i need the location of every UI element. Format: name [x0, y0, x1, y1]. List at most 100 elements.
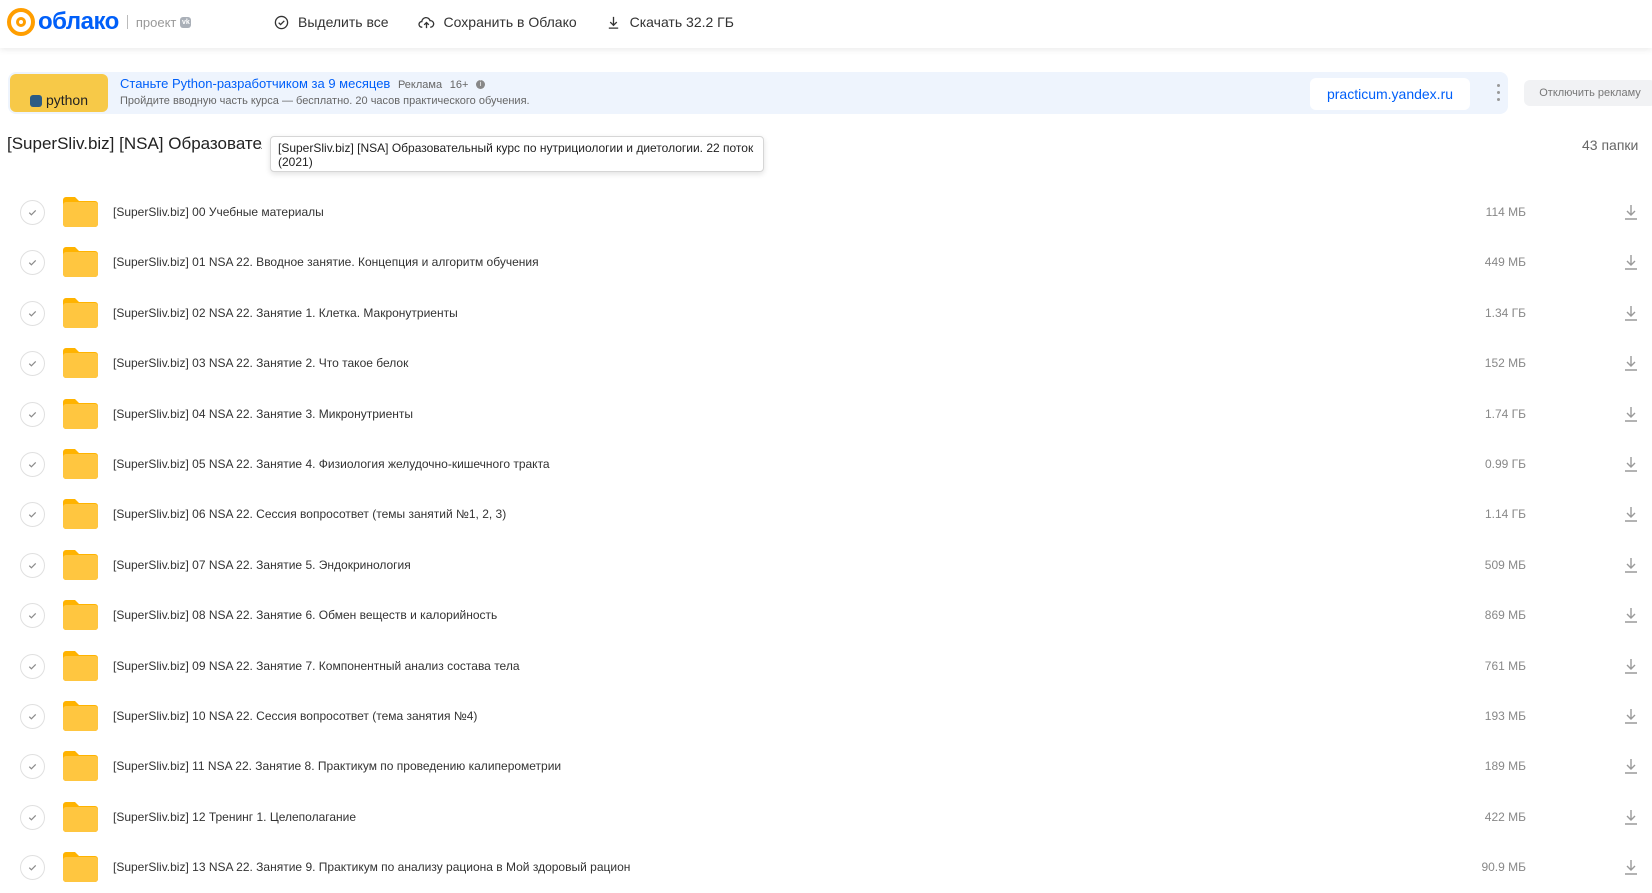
check-circle-icon	[274, 15, 289, 29]
at-sign-icon	[7, 8, 35, 36]
ad-title-line: Станьте Python-разработчиком за 9 месяце…	[120, 76, 485, 91]
save-to-cloud-button[interactable]: Сохранить в Облако	[417, 14, 577, 30]
file-name[interactable]: [SuperSliv.biz] 12 Тренинг 1. Целеполага…	[113, 810, 356, 824]
folder-icon	[63, 398, 98, 429]
check-icon	[28, 361, 37, 367]
list-item[interactable]: [SuperSliv.biz] 07 NSA 22. Занятие 5. Эн…	[0, 541, 1652, 591]
download-icon[interactable]	[1622, 253, 1640, 271]
list-item[interactable]: [SuperSliv.biz] 01 NSA 22. Вводное занят…	[0, 238, 1652, 288]
file-size: 189 МБ	[1484, 759, 1526, 774]
file-name[interactable]: [SuperSliv.biz] 13 NSA 22. Занятие 9. Пр…	[113, 860, 630, 874]
select-checkbox[interactable]	[20, 401, 45, 427]
download-icon[interactable]	[1622, 354, 1640, 372]
download-icon[interactable]	[1622, 707, 1640, 725]
select-checkbox[interactable]	[20, 502, 45, 528]
ad-link-button[interactable]: practicum.yandex.ru	[1310, 78, 1470, 110]
file-name[interactable]: [SuperSliv.biz] 05 NSA 22. Занятие 4. Фи…	[113, 457, 550, 471]
download-icon[interactable]	[1622, 556, 1640, 574]
folder-icon	[63, 852, 98, 883]
ad-description: Пройдите вводную часть курса — бесплатно…	[120, 95, 530, 107]
download-icon[interactable]	[1622, 808, 1640, 826]
logo-text: облако	[38, 8, 119, 35]
check-icon	[28, 613, 37, 619]
list-item[interactable]: [SuperSliv.biz] 13 NSA 22. Занятие 9. Пр…	[0, 843, 1652, 893]
download-icon[interactable]	[1622, 757, 1640, 775]
file-name[interactable]: [SuperSliv.biz] 11 NSA 22. Занятие 8. Пр…	[113, 759, 561, 773]
select-checkbox[interactable]	[20, 653, 45, 679]
download-icon[interactable]	[1622, 505, 1640, 523]
download-icon[interactable]	[1622, 405, 1640, 423]
select-checkbox[interactable]	[20, 200, 45, 225]
more-vertical-icon[interactable]	[1488, 80, 1508, 106]
download-icon[interactable]	[1622, 657, 1640, 675]
select-checkbox[interactable]	[20, 250, 45, 276]
file-size: 761 МБ	[1484, 658, 1526, 673]
check-icon	[28, 663, 37, 670]
list-item[interactable]: [SuperSliv.biz] 09 NSA 22. Занятие 7. Ко…	[0, 642, 1652, 692]
file-name[interactable]: [SuperSliv.biz] 08 NSA 22. Занятие 6. Об…	[113, 608, 497, 622]
select-checkbox[interactable]	[20, 754, 45, 780]
select-checkbox[interactable]	[20, 855, 45, 881]
disable-ads-button[interactable]: Отключить рекламу	[1524, 80, 1652, 106]
file-size: 449 МБ	[1484, 255, 1526, 270]
select-checkbox[interactable]	[20, 603, 45, 629]
download-all-button[interactable]: Скачать 32.2 ГБ	[606, 14, 734, 30]
folder-icon	[63, 499, 98, 530]
cloud-logo[interactable]: облако проект vk	[7, 8, 192, 36]
list-item[interactable]: [SuperSliv.biz] 06 NSA 22. Сессия вопрос…	[0, 490, 1652, 540]
file-name[interactable]: [SuperSliv.biz] 01 NSA 22. Вводное занят…	[113, 255, 539, 269]
toolbar: Выделить все Сохранить в Облако Скачать …	[274, 14, 763, 30]
file-name[interactable]: [SuperSliv.biz] 02 NSA 22. Занятие 1. Кл…	[113, 306, 458, 320]
download-icon[interactable]	[1622, 304, 1640, 322]
check-icon	[28, 865, 37, 871]
download-icon[interactable]	[1622, 858, 1640, 876]
folder-icon	[63, 600, 98, 631]
file-name[interactable]: [SuperSliv.biz] 03 NSA 22. Занятие 2. Чт…	[113, 356, 408, 370]
list-item[interactable]: [SuperSliv.biz] 08 NSA 22. Занятие 6. Об…	[0, 591, 1652, 641]
list-item[interactable]: [SuperSliv.biz] 00 Учебные материалы 114 …	[0, 188, 1652, 238]
download-icon[interactable]	[1622, 606, 1640, 624]
info-icon[interactable]: i	[476, 80, 485, 90]
file-name[interactable]: [SuperSliv.biz] 10 NSA 22. Сессия вопрос…	[113, 709, 477, 723]
folder-icon	[63, 297, 98, 328]
ad-thumbnail: python	[10, 74, 108, 112]
check-icon	[28, 411, 37, 418]
ad-thumbnail-text: python	[45, 92, 89, 108]
select-checkbox[interactable]	[20, 552, 45, 578]
select-checkbox[interactable]	[20, 300, 45, 326]
file-size: 509 МБ	[1484, 557, 1526, 572]
ad-banner[interactable]: python Станьте Python-разработчиком за 9…	[8, 72, 1508, 114]
folder-title-tooltip: [SuperSliv.biz] [NSA] Образовательный ку…	[270, 136, 764, 172]
file-name[interactable]: [SuperSliv.biz] 00 Учебные материалы	[113, 205, 324, 219]
file-size: 1.74 ГБ	[1484, 406, 1526, 421]
file-name[interactable]: [SuperSliv.biz] 06 NSA 22. Сессия вопрос…	[113, 507, 506, 521]
logo-subtitle: проект	[135, 14, 177, 30]
file-name[interactable]: [SuperSliv.biz] 07 NSA 22. Занятие 5. Эн…	[113, 558, 411, 572]
file-size: 152 МБ	[1484, 356, 1526, 371]
select-checkbox[interactable]	[20, 804, 45, 830]
download-icon[interactable]	[1622, 203, 1640, 221]
check-icon	[28, 210, 37, 216]
list-item[interactable]: [SuperSliv.biz] 11 NSA 22. Занятие 8. Пр…	[0, 742, 1652, 792]
download-icon[interactable]	[1622, 455, 1640, 473]
file-size: 869 МБ	[1484, 608, 1526, 623]
list-item[interactable]: [SuperSliv.biz] 10 NSA 22. Сессия вопрос…	[0, 692, 1652, 742]
select-checkbox[interactable]	[20, 351, 45, 377]
folder-icon	[63, 751, 98, 782]
folder-icon	[63, 801, 98, 832]
check-icon	[28, 764, 37, 770]
file-name[interactable]: [SuperSliv.biz] 09 NSA 22. Занятие 7. Ко…	[113, 659, 520, 673]
select-checkbox[interactable]	[20, 451, 45, 477]
list-item[interactable]: [SuperSliv.biz] 02 NSA 22. Занятие 1. Кл…	[0, 289, 1652, 339]
check-icon	[28, 814, 37, 821]
vk-icon: vk	[180, 16, 192, 28]
list-item[interactable]: [SuperSliv.biz] 03 NSA 22. Занятие 2. Чт…	[0, 339, 1652, 389]
ad-title-link[interactable]: Станьте Python-разработчиком за 9 месяце…	[120, 76, 390, 91]
list-item[interactable]: [SuperSliv.biz] 04 NSA 22. Занятие 3. Ми…	[0, 390, 1652, 440]
select-checkbox[interactable]	[20, 703, 45, 729]
select-all-button[interactable]: Выделить все	[274, 14, 389, 30]
file-name[interactable]: [SuperSliv.biz] 04 NSA 22. Занятие 3. Ми…	[113, 407, 413, 421]
download-icon	[608, 16, 618, 29]
list-item[interactable]: [SuperSliv.biz] 12 Тренинг 1. Целеполага…	[0, 793, 1652, 843]
list-item[interactable]: [SuperSliv.biz] 05 NSA 22. Занятие 4. Фи…	[0, 440, 1652, 490]
